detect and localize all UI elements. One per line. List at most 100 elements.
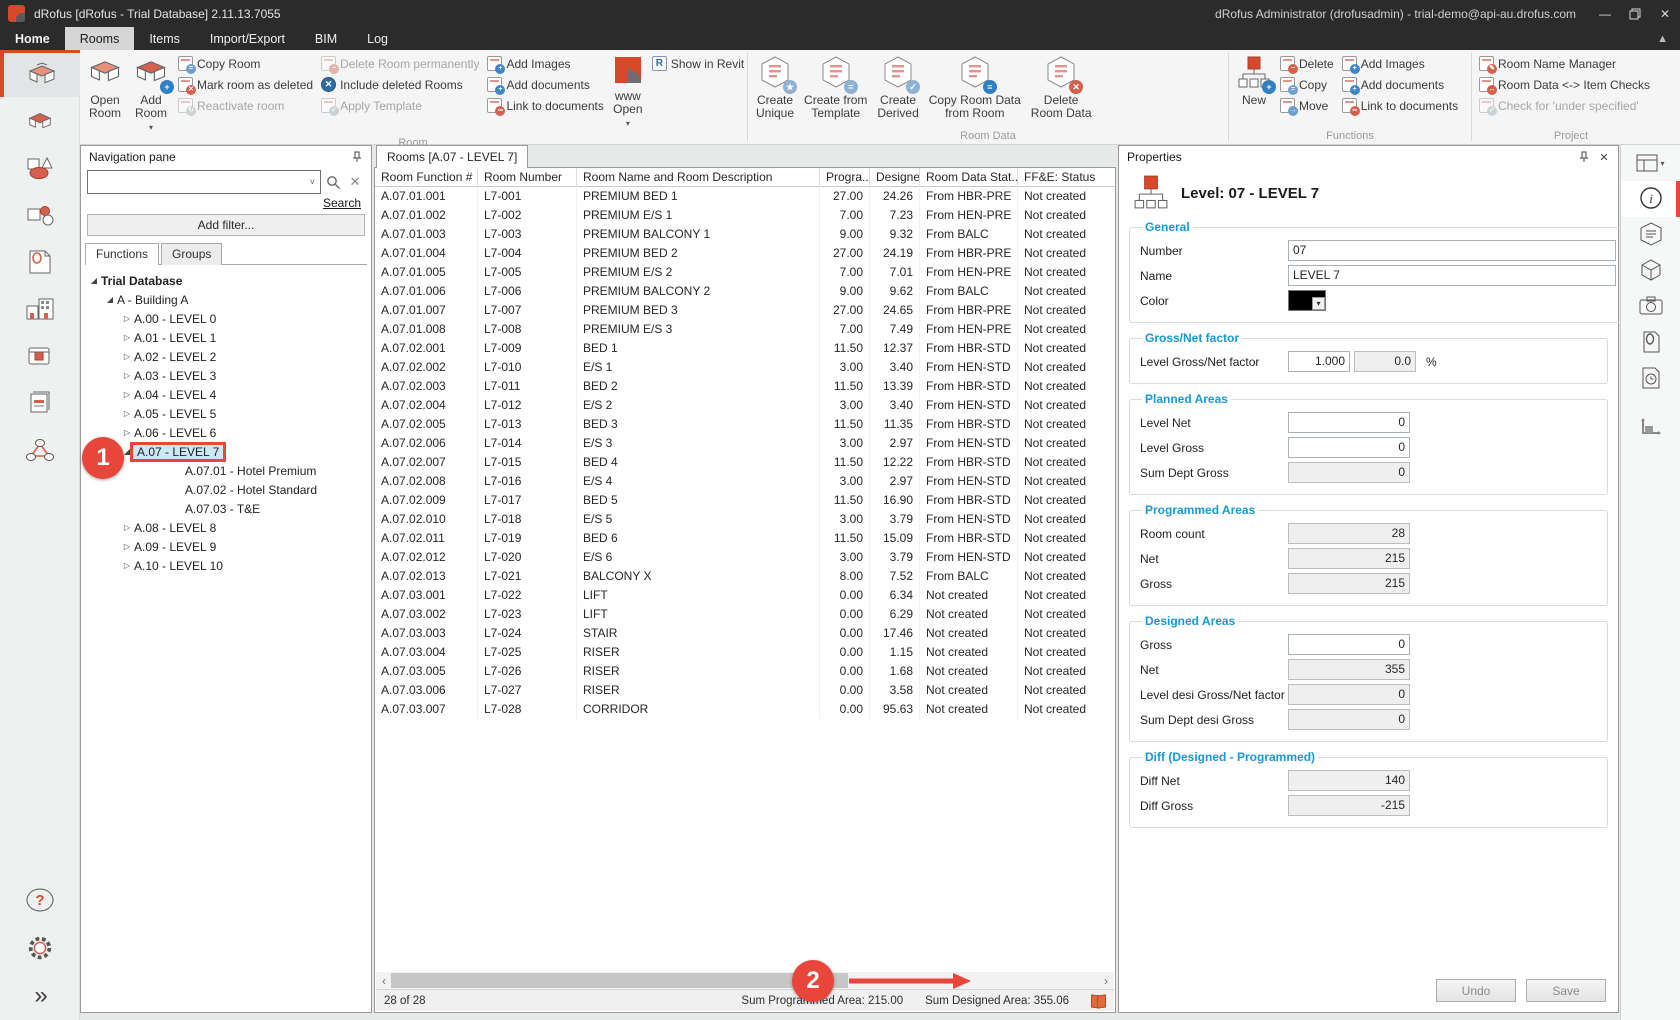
property-value-field[interactable]: 0	[1288, 684, 1410, 705]
ribbon-small-button[interactable]: Add Images	[1342, 53, 1458, 74]
tree-expander-icon[interactable]: ▷	[120, 428, 134, 437]
tree-expander-icon[interactable]: ▷	[120, 409, 134, 418]
sidebar-item-item-groups[interactable]	[0, 191, 80, 238]
column-header-programmed[interactable]: Progra...	[820, 168, 870, 187]
column-header-room-data-status[interactable]: Room Data Stat...	[920, 168, 1018, 187]
tree-item[interactable]: ▷ A.06 - LEVEL 6	[81, 423, 371, 442]
tree-item[interactable]: ▷ A.04 - LEVEL 4	[81, 385, 371, 404]
tree-item[interactable]: ▷ A.09 - LEVEL 9	[81, 537, 371, 556]
tab-home[interactable]: Home	[0, 27, 65, 50]
property-value-field[interactable]: 355	[1288, 659, 1410, 680]
table-row[interactable]: A.07.01.004 L7-004 PREMIUM BED 2 27.00 2…	[375, 244, 1115, 263]
rooms-tab[interactable]: Rooms [A.07 - LEVEL 7]	[376, 145, 528, 168]
images-tab-button[interactable]	[1621, 289, 1680, 325]
tree-item[interactable]: ▷ A.05 - LEVEL 5	[81, 404, 371, 423]
table-row[interactable]: A.07.03.002 L7-023 LIFT 0.00 6.29 Not cr…	[375, 605, 1115, 624]
tree-expander-icon[interactable]: ▷	[120, 352, 134, 361]
minimize-button[interactable]: —	[1590, 0, 1620, 27]
panel-layout-caret-icon[interactable]: ▾	[1660, 159, 1664, 168]
www-open-button[interactable]: www Open▾	[609, 53, 647, 131]
panel-layout-button[interactable]: ▾	[1621, 145, 1680, 181]
column-header-designed[interactable]: Designe...	[870, 168, 920, 187]
tree-item[interactable]: ▷ A.01 - LEVEL 1	[81, 328, 371, 347]
table-row[interactable]: A.07.01.006 L7-006 PREMIUM BALCONY 2 9.0…	[375, 282, 1115, 301]
ribbon-small-button[interactable]: Link to documents	[1342, 95, 1458, 116]
table-row[interactable]: A.07.02.012 L7-020 E/S 6 3.00 3.79 From …	[375, 548, 1115, 567]
close-button[interactable]: ✕	[1650, 0, 1680, 27]
table-row[interactable]: A.07.01.001 L7-001 PREMIUM BED 1 27.00 2…	[375, 187, 1115, 206]
sidebar-item-buildings[interactable]	[0, 285, 80, 332]
tree-item[interactable]: ▷ A.00 - LEVEL 0	[81, 309, 371, 328]
sidebar-item-help[interactable]: ?	[0, 876, 80, 924]
table-row[interactable]: A.07.03.006 L7-027 RISER 0.00 3.58 Not c…	[375, 681, 1115, 700]
column-header-room-number[interactable]: Room Number	[478, 168, 577, 187]
table-row[interactable]: A.07.02.011 L7-019 BED 6 11.50 15.09 Fro…	[375, 529, 1115, 548]
table-row[interactable]: A.07.02.001 L7-009 BED 1 11.50 12.37 Fro…	[375, 339, 1115, 358]
ribbon-small-button[interactable]: Check for 'under specified'	[1479, 95, 1650, 116]
tree-item[interactable]: ▷ A.03 - LEVEL 3	[81, 366, 371, 385]
property-value-field[interactable]: 0	[1288, 437, 1410, 458]
name-field[interactable]: LEVEL 7	[1288, 265, 1616, 286]
number-field[interactable]: 07	[1288, 240, 1616, 261]
ribbon-collapse-button[interactable]: ▲	[1657, 27, 1668, 50]
ribbon-small-button[interactable]: Add documents	[1342, 74, 1458, 95]
column-header-ffe-status[interactable]: FF&E: Status	[1018, 168, 1115, 187]
add-room-button[interactable]: + Add Room ▾	[129, 53, 173, 135]
measure-tab-button[interactable]	[1621, 411, 1680, 447]
table-row[interactable]: A.07.01.005 L7-005 PREMIUM E/S 2 7.00 7.…	[375, 263, 1115, 282]
ribbon-small-button[interactable]: Mark room as deleted	[178, 74, 313, 95]
tree-expander-icon[interactable]: ▷	[120, 390, 134, 399]
table-row[interactable]: A.07.02.005 L7-013 BED 3 11.50 11.35 Fro…	[375, 415, 1115, 434]
model-tab-button[interactable]	[1621, 253, 1680, 289]
ribbon-small-button[interactable]: Link to documents	[487, 95, 603, 116]
info-tab-button[interactable]: i	[1621, 181, 1680, 217]
table-row[interactable]: A.07.01.008 L7-008 PREMIUM E/S 3 7.00 7.…	[375, 320, 1115, 339]
room-data-big-button[interactable]: ≡ Copy Room Data from Room	[925, 53, 1025, 122]
tree-expander-icon[interactable]: ◢	[87, 276, 101, 285]
scrollbar-thumb[interactable]	[391, 973, 848, 988]
sidebar-expand-button[interactable]: »	[0, 972, 80, 1020]
table-row[interactable]: A.07.03.005 L7-026 RISER 0.00 1.68 Not c…	[375, 662, 1115, 681]
status-book-icon[interactable]	[1091, 994, 1106, 1007]
table-row[interactable]: A.07.02.003 L7-011 BED 2 11.50 13.39 Fro…	[375, 377, 1115, 396]
tree-item[interactable]: A.07.02 - Hotel Standard	[81, 480, 371, 499]
property-value-field[interactable]: 0	[1288, 709, 1410, 730]
search-link[interactable]: Search	[323, 196, 361, 210]
property-value-field[interactable]: 0	[1288, 462, 1410, 483]
sidebar-item-room-templates[interactable]	[0, 97, 80, 144]
tab-log[interactable]: Log	[352, 27, 403, 50]
table-row[interactable]: A.07.02.007 L7-015 BED 4 11.50 12.22 Fro…	[375, 453, 1115, 472]
search-input[interactable]	[88, 172, 305, 192]
table-row[interactable]: A.07.03.004 L7-025 RISER 0.00 1.15 Not c…	[375, 643, 1115, 662]
sidebar-item-reports[interactable]	[0, 379, 80, 426]
ribbon-small-button[interactable]: Delete Room permanently	[321, 53, 479, 74]
table-row[interactable]: A.07.02.002 L7-010 E/S 1 3.00 3.40 From …	[375, 358, 1115, 377]
ribbon-small-button[interactable]: Room Data <-> Item Checks	[1479, 74, 1650, 95]
ribbon-small-button[interactable]: Include deleted Rooms	[321, 74, 479, 95]
color-picker[interactable]	[1288, 290, 1326, 311]
horizontal-scrollbar[interactable]: ‹ ›	[376, 972, 1114, 989]
add-room-dropdown-caret[interactable]: ▾	[149, 123, 153, 132]
ribbon-small-button[interactable]: Copy Room	[178, 53, 313, 74]
gross-net-factor-field[interactable]: 1.000	[1288, 351, 1350, 372]
sidebar-item-documents[interactable]	[0, 238, 80, 285]
search-icon[interactable]	[323, 173, 343, 191]
tree-item[interactable]: ◢ A - Building A	[81, 290, 371, 309]
pin-icon[interactable]	[1574, 148, 1594, 166]
open-room-button[interactable]: Open Room	[83, 53, 127, 122]
sidebar-item-relations[interactable]	[0, 426, 80, 473]
table-row[interactable]: A.07.02.010 L7-018 E/S 5 3.00 3.79 From …	[375, 510, 1115, 529]
ribbon-small-button[interactable]: Room Name Manager	[1479, 53, 1650, 74]
ribbon-small-button[interactable]: Add Images	[487, 53, 603, 74]
tree-expander-icon[interactable]: ▷	[120, 561, 134, 570]
tree-expander-icon[interactable]: ▷	[120, 523, 134, 532]
ribbon-small-button[interactable]: Delete	[1280, 53, 1334, 74]
table-row[interactable]: A.07.03.003 L7-024 STAIR 0.00 17.46 Not …	[375, 624, 1115, 643]
tree-item[interactable]: ▷ A.02 - LEVEL 2	[81, 347, 371, 366]
close-panel-icon[interactable]: ✕	[1594, 148, 1614, 166]
new-function-button[interactable]: + New	[1233, 53, 1275, 109]
tree-expander-icon[interactable]: ◢	[103, 295, 117, 304]
show-in-revit-button[interactable]: Show in Revit	[652, 53, 744, 74]
save-button[interactable]: Save	[1526, 979, 1606, 1002]
room-data-tab-button[interactable]	[1621, 217, 1680, 253]
